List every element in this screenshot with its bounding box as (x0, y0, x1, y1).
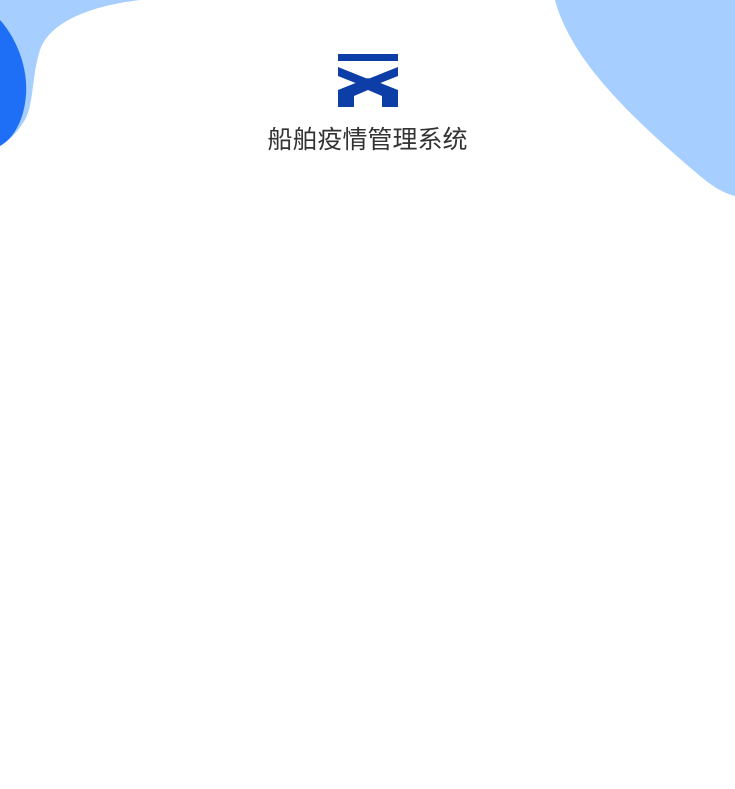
app-title: 船舶疫情管理系统 (267, 125, 468, 154)
top-right-light-blob (555, 0, 735, 196)
ship-chevron-logo-icon (338, 54, 398, 107)
login-page: 船舶疫情管理系统 (0, 0, 735, 789)
decorative-background-shapes (0, 0, 735, 196)
